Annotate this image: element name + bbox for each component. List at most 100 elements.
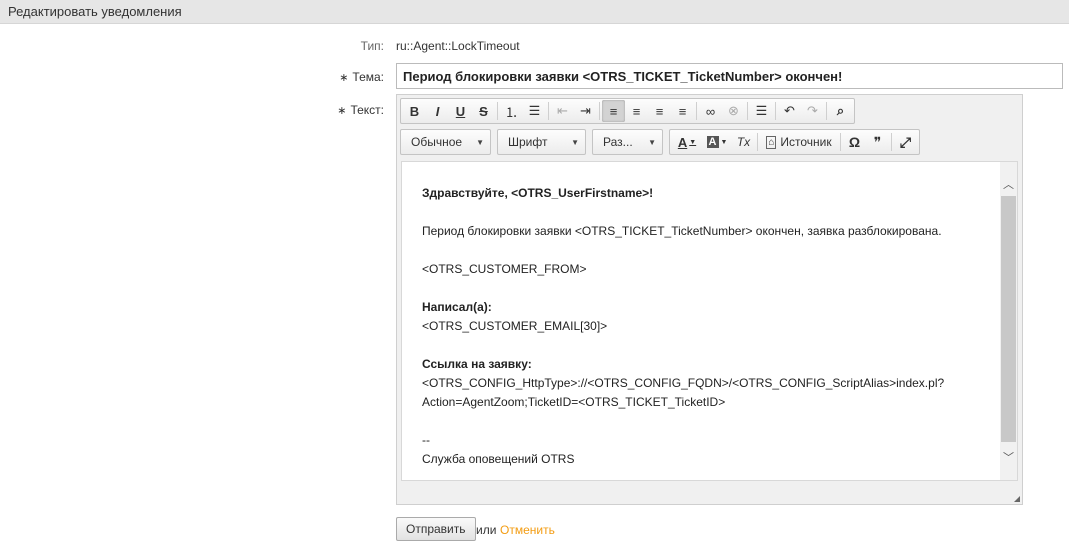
maximize-button[interactable]: ⤢ [894, 131, 917, 153]
basic-styles-group: B I U S ⒈ ☰ ⇤ ⇥ ≡ ≡ ≡ ≡ ∞ ⊗ ☰ ↶ ↷ ⌕ [400, 98, 855, 124]
source-label: Источник [780, 135, 832, 149]
toolbar-separator [775, 102, 776, 120]
unlink-button[interactable]: ⊗ [722, 100, 745, 122]
remove-format-button[interactable]: Tx [732, 131, 755, 153]
customer-from-line: <OTRS_CUSTOMER_FROM> [422, 262, 587, 276]
body-line: Период блокировки заявки <OTRS_TICKET_Ti… [422, 224, 942, 238]
customer-email-line: <OTRS_CUSTOMER_EMAIL[30]> [422, 319, 608, 333]
blockquote-icon: ❞ [873, 133, 882, 150]
indent-icon: ⇥ [580, 103, 591, 118]
chevron-down-icon: ▼ [571, 137, 579, 147]
toolbar-separator [840, 133, 841, 151]
signature-separator: -- [422, 433, 430, 447]
editor-content[interactable]: Здравствуйте, <OTRS_UserFirstname>! Пери… [401, 161, 1018, 481]
toolbar-separator [548, 102, 549, 120]
submit-button[interactable]: Отправить [396, 517, 476, 541]
link-line-1: <OTRS_CONFIG_HttpType>://<OTRS_CONFIG_FQ… [422, 376, 945, 390]
numbered-list-icon: ⒈ [504, 104, 518, 120]
toolbar-separator [599, 102, 600, 120]
text-color-icon: A [677, 134, 688, 150]
text-label-wrap: ∗ Текст: [284, 103, 384, 117]
wrote-label: Написал(а): [422, 300, 492, 314]
align-left-icon: ≡ [609, 103, 618, 119]
editor-body: Здравствуйте, <OTRS_UserFirstname>! Пери… [422, 184, 982, 469]
toolbar-separator [891, 133, 892, 151]
horizontal-rule-icon: ☰ [755, 103, 768, 118]
strike-button[interactable]: S [472, 100, 495, 122]
toolbar-row-2: Обычное ▼ Шрифт ▼ Раз... ▼ A ▼ A ▼ Tx ⌂ Источн… [400, 129, 926, 155]
source-icon: ⌂ [766, 135, 777, 149]
bulleted-list-button[interactable]: ☰ [523, 100, 546, 122]
cancel-link[interactable]: Отменить [500, 523, 555, 537]
misc-tools-group: A ▼ A ▼ Tx ⌂ Источник Ω ❞ ⤢ [669, 129, 920, 155]
chevron-down-icon: ▼ [720, 138, 728, 146]
toolbar-separator [757, 133, 758, 151]
rich-text-editor: B I U S ⒈ ☰ ⇤ ⇥ ≡ ≡ ≡ ≡ ∞ ⊗ ☰ ↶ ↷ ⌕ Обыч… [396, 94, 1023, 505]
align-left-button[interactable]: ≡ [602, 100, 625, 122]
horizontal-rule-button[interactable]: ☰ [750, 100, 773, 122]
find-icon: ⌕ [836, 103, 845, 118]
italic-icon: I [435, 103, 440, 119]
bold-button[interactable]: B [403, 100, 426, 122]
source-button[interactable]: ⌂ Источник [760, 131, 838, 153]
scroll-down-icon[interactable]: ﹀ [1000, 449, 1017, 466]
blockquote-button[interactable]: ❞ [866, 131, 889, 153]
bold-icon: B [409, 103, 420, 119]
link-button[interactable]: ∞ [699, 100, 722, 122]
chevron-down-icon: ▼ [689, 138, 697, 146]
subject-input[interactable]: Период блокировки заявки <OTRS_TICKET_Ti… [396, 63, 1063, 89]
text-label: Текст: [350, 103, 384, 117]
subject-label-wrap: ∗ Тема: [284, 70, 384, 84]
page-header: Редактировать уведомления [0, 0, 1069, 24]
required-marker: ∗ [339, 72, 349, 84]
scroll-up-icon[interactable]: ︿ [1000, 176, 1017, 193]
scrollbar-thumb[interactable] [1001, 196, 1016, 442]
toolbar-separator [826, 102, 827, 120]
unlink-icon: ⊗ [728, 103, 739, 118]
special-char-button[interactable]: Ω [843, 131, 866, 153]
find-button[interactable]: ⌕ [829, 100, 852, 122]
page-title: Редактировать уведомления [8, 4, 182, 19]
format-combo-label: Обычное [411, 135, 463, 149]
maximize-icon: ⤢ [899, 133, 912, 150]
align-right-button[interactable]: ≡ [648, 100, 671, 122]
or-text: или [476, 523, 497, 537]
format-combo[interactable]: Обычное ▼ [400, 129, 491, 155]
indent-button[interactable]: ⇥ [574, 100, 597, 122]
type-value: ru::Agent::LockTimeout [396, 39, 520, 53]
italic-button[interactable]: I [426, 100, 449, 122]
font-combo-label: Шрифт [508, 135, 548, 149]
outdent-icon: ⇤ [557, 103, 568, 118]
justify-icon: ≡ [678, 103, 687, 119]
resize-handle-icon[interactable] [1014, 496, 1020, 502]
strike-icon: S [479, 103, 488, 119]
size-combo[interactable]: Раз... ▼ [592, 129, 663, 155]
toolbar-separator [747, 102, 748, 120]
toolbar-row-1: B I U S ⒈ ☰ ⇤ ⇥ ≡ ≡ ≡ ≡ ∞ ⊗ ☰ ↶ ↷ ⌕ [400, 98, 861, 124]
link-label: Ссылка на заявку: [422, 357, 532, 371]
text-color-button[interactable]: A ▼ [672, 131, 702, 153]
redo-button[interactable]: ↷ [801, 100, 824, 122]
align-right-icon: ≡ [655, 103, 664, 119]
outdent-button[interactable]: ⇤ [551, 100, 574, 122]
font-combo[interactable]: Шрифт ▼ [497, 129, 586, 155]
underline-icon: U [455, 103, 466, 119]
toolbar-separator [696, 102, 697, 120]
link-icon: ∞ [705, 103, 716, 119]
undo-button[interactable]: ↶ [778, 100, 801, 122]
underline-button[interactable]: U [449, 100, 472, 122]
vertical-scrollbar[interactable]: ︿ ﹀ [1000, 162, 1017, 480]
bg-color-icon: A [706, 136, 719, 148]
bulleted-list-icon: ☰ [528, 103, 541, 118]
size-combo-label: Раз... [603, 135, 633, 149]
numbered-list-button[interactable]: ⒈ [500, 100, 523, 122]
justify-button[interactable]: ≡ [671, 100, 694, 122]
link-line-2: Action=AgentZoom;TicketID=<OTRS_TICKET_T… [422, 395, 726, 409]
chevron-down-icon: ▼ [476, 137, 484, 147]
bg-color-button[interactable]: A ▼ [702, 131, 732, 153]
align-center-button[interactable]: ≡ [625, 100, 648, 122]
